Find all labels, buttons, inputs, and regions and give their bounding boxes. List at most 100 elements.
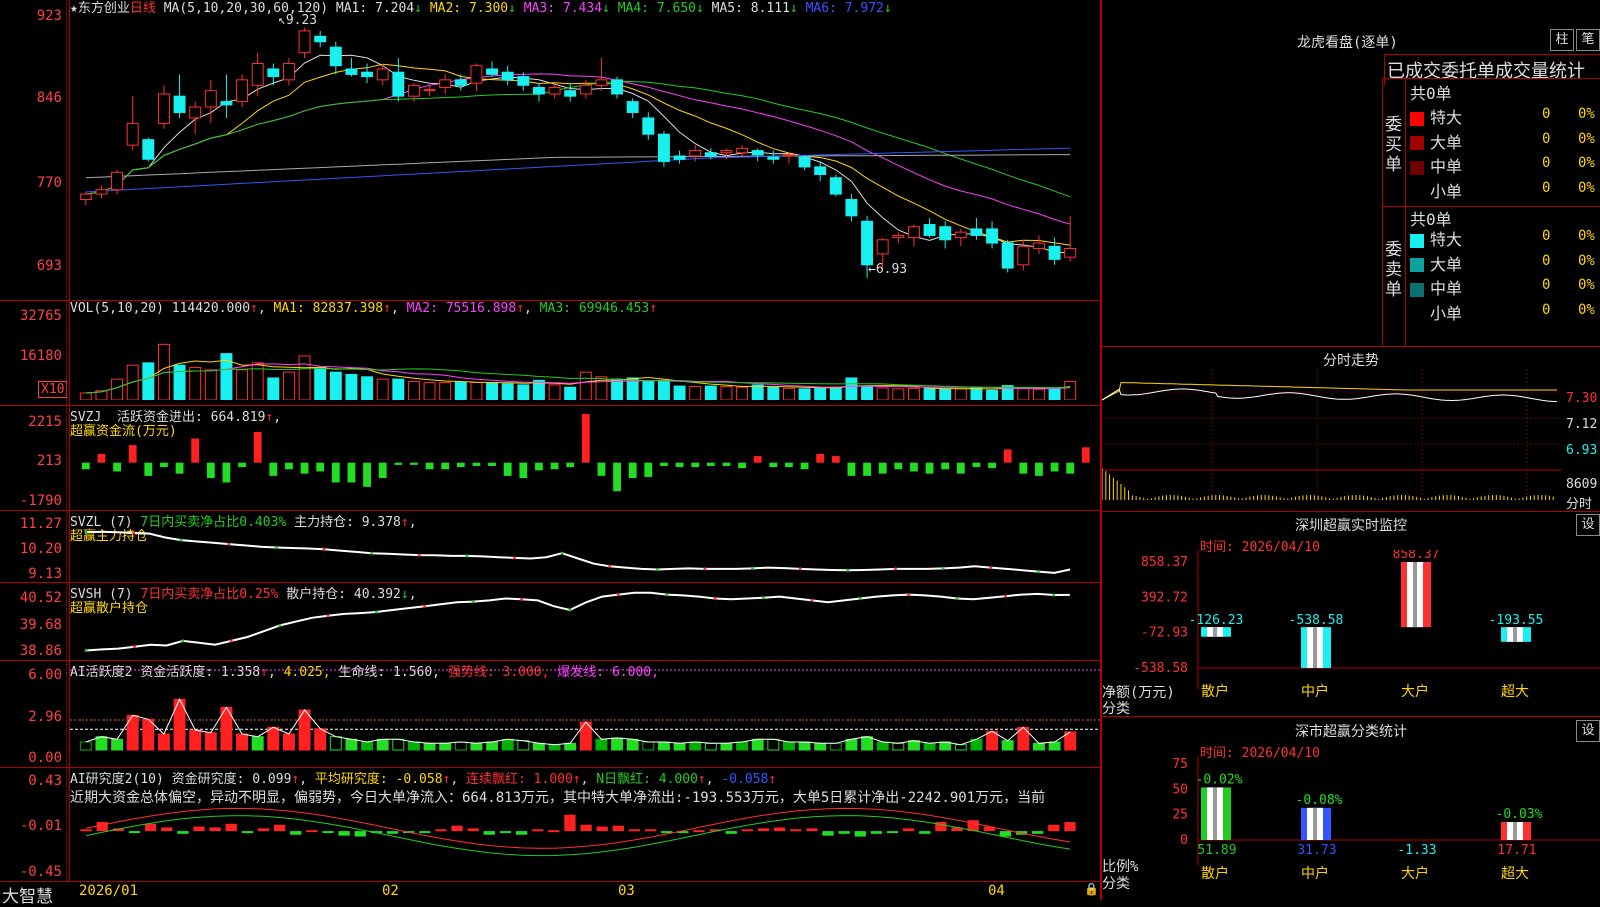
buy-side-label: 委买单 (1385, 115, 1402, 175)
fund-flow-bar (800, 462, 809, 470)
research-bar (144, 823, 157, 832)
intraday-axis-high: 7.30 (1566, 391, 1598, 406)
candle (829, 174, 842, 197)
lock-icon[interactable]: 🔒 (1084, 882, 1099, 896)
fund-flow-bar (503, 462, 512, 476)
volume-bar (439, 382, 452, 400)
activity-bar (876, 741, 889, 751)
monitor-category-label: 超大 (1501, 684, 1529, 700)
research-bar (1032, 831, 1044, 834)
order-box-top (1382, 78, 1600, 79)
fund-flow-bar (894, 462, 903, 470)
candle-body (767, 156, 780, 160)
fund-flow-bar (128, 445, 137, 463)
ma-arrow-icon: ↓ (789, 1, 806, 16)
buy-count: 0 (1542, 130, 1551, 147)
candle (626, 98, 639, 118)
stat-bar-散户 (1201, 787, 1231, 840)
fund-flow-bar (675, 462, 684, 468)
buy-count: 0 (1542, 179, 1551, 196)
ma-arrow-icon: ↓ (508, 1, 524, 16)
sell-side-label: 委卖单 (1385, 240, 1402, 300)
fund-flow-bar (816, 453, 825, 463)
intraday-avg-line (1102, 381, 1557, 401)
intraday-chart[interactable] (1102, 370, 1562, 512)
stat-bar-top-label: -0.08% (1296, 793, 1343, 808)
monitor-settings-button[interactable]: 设 (1576, 514, 1600, 536)
intraday-axis-low: 6.93 (1566, 443, 1598, 458)
activity-bar (798, 741, 811, 751)
period-label[interactable]: 日线 (130, 1, 156, 16)
activity-bar (501, 738, 514, 751)
ma-line-60 (85, 154, 1071, 179)
ai-research-chart[interactable] (70, 800, 1100, 880)
tick-mode-button[interactable]: 笔 (1576, 29, 1600, 51)
volume-bar (173, 364, 186, 400)
monitor-bar-中户 (1301, 627, 1331, 668)
monitor-bar-shade (1213, 627, 1217, 637)
research-bar (241, 831, 253, 834)
volume-bar (204, 369, 217, 400)
stat-bar-chart[interactable]: 75 50 25 0 -0.02% 51.89 散户 -0.08% 31.73 中户 -1.33 大户… (1102, 756, 1600, 900)
volume-bar (501, 383, 514, 400)
holding-dot (858, 596, 862, 600)
svzj-axis-bot: -1790 (19, 493, 62, 509)
fund-flow-bar (222, 462, 231, 483)
candle (220, 74, 233, 118)
date-tick-feb: 02 (382, 883, 399, 899)
candle (923, 218, 936, 238)
activity-bar (157, 733, 170, 751)
activity-bar (611, 737, 624, 751)
activity-bar (751, 738, 764, 751)
research-bar (854, 831, 866, 837)
candle-body (204, 90, 217, 108)
candle (845, 194, 858, 222)
ma-arrow-icon: ↓ (602, 1, 618, 16)
candle-body (657, 133, 670, 162)
holding-dot (471, 600, 475, 604)
volume-bar (986, 389, 999, 400)
monitor-bar-chart[interactable]: 858.37 392.72 -72.93 -538.58 -126.23 散户 -538.5… (1102, 550, 1600, 718)
candle-body (689, 150, 702, 157)
svsh-chart[interactable] (70, 584, 1100, 660)
stock-name[interactable]: 东方创业 (78, 1, 130, 16)
activity-bar (767, 738, 780, 751)
fund-flow-bar (425, 462, 434, 470)
holding-dot (227, 542, 231, 546)
svzl-chart[interactable] (70, 512, 1100, 582)
ai-research-axis-top: 0.43 (28, 773, 62, 789)
activity-bar (486, 741, 499, 751)
fund-flow-bar (1050, 462, 1059, 472)
holding-dot (229, 639, 233, 643)
stat-top-border (1102, 716, 1600, 717)
stat-category-label: 中户 (1301, 865, 1329, 882)
volume-bar (329, 371, 342, 400)
stat-axis-label: 0 (1180, 833, 1188, 848)
candle-body (986, 228, 999, 244)
research-bar (322, 831, 334, 834)
volume-bar (923, 388, 936, 400)
ai-active-chart[interactable] (70, 662, 1100, 766)
favorite-star-icon[interactable]: ★ (70, 1, 78, 16)
candlestick-chart[interactable] (70, 18, 1100, 300)
candle (204, 79, 217, 124)
stat-settings-button[interactable]: 设 (1576, 720, 1600, 742)
buy-row: 特大 (1410, 104, 1462, 128)
candle (157, 85, 170, 129)
svzj-chart[interactable] (70, 406, 1100, 508)
holding-dot (907, 593, 911, 597)
research-bar (306, 830, 318, 833)
volume-bar (236, 369, 249, 400)
volume-chart[interactable] (70, 320, 1100, 400)
candle-body (1001, 242, 1014, 269)
volume-bar (954, 388, 967, 400)
research-bar (919, 831, 931, 834)
activity-bar (939, 741, 952, 751)
activity-bar (454, 741, 467, 751)
svsh-axis-bot: 38.86 (19, 643, 62, 659)
activity-bar (595, 738, 608, 751)
sell-name: 中单 (1430, 279, 1463, 298)
fund-flow-bar (378, 462, 387, 479)
bar-mode-button[interactable]: 柱 (1550, 29, 1574, 51)
fund-flow-bar (753, 456, 762, 463)
